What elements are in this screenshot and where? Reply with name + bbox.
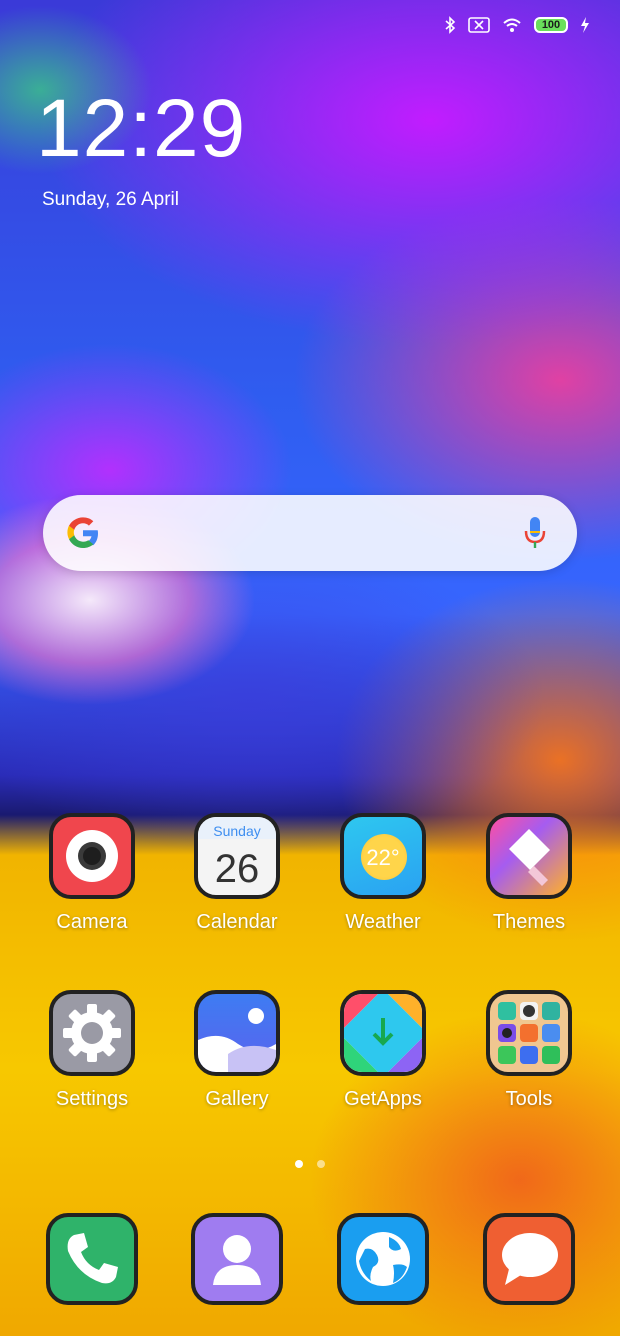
page-dot bbox=[317, 1160, 325, 1168]
app-label: Camera bbox=[56, 911, 128, 933]
calendar-day-number: 26 bbox=[214, 847, 260, 891]
app-label: Calendar bbox=[196, 911, 278, 933]
bluetooth-icon bbox=[445, 16, 456, 34]
app-label: Themes bbox=[492, 911, 566, 933]
app-label: Gallery bbox=[205, 1088, 269, 1110]
battery-icon: 100 bbox=[534, 17, 568, 33]
dock-browser[interactable] bbox=[313, 1213, 453, 1305]
gallery-icon bbox=[194, 990, 280, 1076]
browser-icon bbox=[337, 1213, 429, 1305]
calendar-icon: Sunday 26 bbox=[194, 813, 280, 899]
contacts-icon bbox=[191, 1213, 283, 1305]
google-logo-icon bbox=[67, 517, 98, 548]
no-sim-icon bbox=[468, 17, 490, 33]
camera-icon bbox=[49, 813, 135, 899]
folder-icon bbox=[486, 990, 572, 1076]
app-label: Settings bbox=[55, 1088, 129, 1110]
status-bar: 100 bbox=[0, 0, 620, 56]
app-label: Weather bbox=[345, 911, 421, 933]
app-gallery[interactable]: Gallery bbox=[167, 990, 307, 1111]
getapps-icon bbox=[340, 990, 426, 1076]
app-tools-folder[interactable]: Tools bbox=[459, 990, 599, 1111]
charging-icon bbox=[581, 17, 589, 33]
app-getapps[interactable]: GetApps bbox=[313, 990, 453, 1111]
gear-icon bbox=[49, 990, 135, 1076]
wifi-icon bbox=[503, 18, 521, 32]
app-camera[interactable]: Camera bbox=[22, 813, 162, 934]
folder-label: Tools bbox=[505, 1088, 553, 1110]
clock-time[interactable]: 12:29 bbox=[36, 88, 246, 170]
weather-temperature: 22° bbox=[366, 845, 400, 870]
page-indicator bbox=[0, 1160, 620, 1168]
microphone-icon[interactable] bbox=[523, 515, 547, 551]
weather-icon: 22° bbox=[340, 813, 426, 899]
calendar-day-name: Sunday bbox=[213, 823, 261, 839]
app-label: GetApps bbox=[344, 1088, 422, 1110]
page-dot-active bbox=[295, 1160, 303, 1168]
dock-messaging[interactable] bbox=[459, 1213, 599, 1305]
dock-contacts[interactable] bbox=[167, 1213, 307, 1305]
phone-icon bbox=[46, 1213, 138, 1305]
app-settings[interactable]: Settings bbox=[22, 990, 162, 1111]
themes-icon bbox=[486, 813, 572, 899]
google-search-bar[interactable] bbox=[43, 495, 577, 571]
app-weather[interactable]: 22° Weather bbox=[313, 813, 453, 934]
clock-date[interactable]: Sunday, 26 April bbox=[42, 189, 179, 211]
dock-phone[interactable] bbox=[22, 1213, 162, 1305]
app-themes[interactable]: Themes bbox=[459, 813, 599, 934]
messaging-icon bbox=[483, 1213, 575, 1305]
app-calendar[interactable]: Sunday 26 Calendar bbox=[167, 813, 307, 934]
